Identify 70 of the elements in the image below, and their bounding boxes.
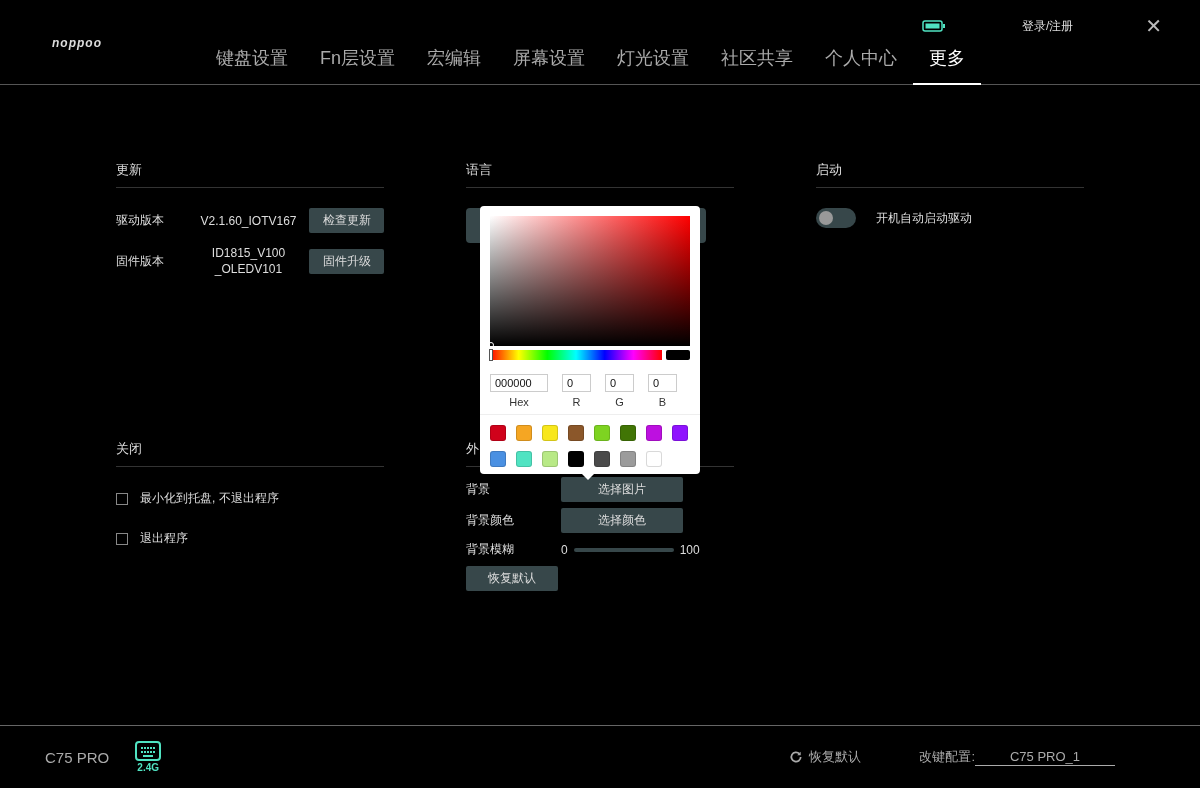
rgb-input[interactable]: 0 — [605, 374, 634, 392]
checkbox-label: 退出程序 — [140, 530, 188, 547]
color-swatch[interactable] — [594, 451, 610, 467]
field-label: 背景模糊 — [466, 541, 515, 558]
field-label: 背景颜色 — [466, 512, 515, 529]
device-name: C75 PRO — [45, 748, 110, 766]
reset-button[interactable]: 恢复默认 — [466, 566, 558, 591]
color-swatch[interactable] — [568, 425, 584, 441]
color-swatch[interactable] — [672, 425, 688, 441]
color-swatch[interactable] — [516, 425, 532, 441]
version-text: V2.1.60_IOTV167 — [199, 212, 298, 229]
saturation-picker[interactable] — [490, 216, 690, 346]
version-text: ID1815_V100 _OLEDV101 — [210, 245, 287, 277]
color-swatch[interactable] — [646, 451, 662, 467]
action-button[interactable]: 选择图片 — [561, 477, 683, 502]
section-title: 语言 — [466, 159, 734, 188]
field-label: 背景 — [466, 481, 491, 498]
hue-slider[interactable] — [490, 350, 662, 360]
config-name-field[interactable]: C75 PRO_1 — [975, 748, 1115, 766]
keyboard-icon — [135, 741, 162, 761]
color-swatch[interactable] — [542, 451, 558, 467]
action-button[interactable]: 检查更新 — [309, 208, 384, 233]
logo: noppoo — [52, 36, 103, 52]
nav-tab[interactable]: 屏幕设置 — [497, 44, 601, 85]
battery-icon — [922, 20, 946, 32]
nav-tab[interactable]: 更多 — [913, 44, 981, 85]
rgb-input[interactable]: 0 — [562, 374, 591, 392]
toggle-label: 开机自动启动驱动 — [876, 209, 972, 227]
blur-slider[interactable] — [573, 547, 674, 552]
field-label: 驱动版本 — [116, 212, 165, 229]
input-label: G — [615, 396, 624, 408]
action-button[interactable]: 固件升级 — [309, 248, 384, 274]
nav-tab[interactable]: 个人中心 — [809, 44, 913, 85]
checkbox[interactable] — [116, 532, 128, 545]
action-button[interactable]: 选择颜色 — [561, 508, 683, 533]
checkbox-label: 最小化到托盘, 不退出程序 — [140, 490, 279, 507]
rgb-input[interactable]: 0 — [648, 374, 677, 392]
toggle-switch[interactable] — [816, 208, 856, 228]
color-swatch[interactable] — [594, 425, 610, 441]
hex-input[interactable]: 000000 — [490, 374, 548, 392]
config-label: 改键配置: — [919, 748, 975, 766]
color-preview — [666, 350, 690, 360]
section-title: 关闭 — [116, 438, 384, 467]
input-label: Hex — [509, 396, 529, 408]
color-swatch[interactable] — [542, 425, 558, 441]
color-swatch[interactable] — [490, 451, 506, 467]
slider-min: 0 — [561, 542, 568, 557]
checkbox[interactable] — [116, 492, 128, 505]
refresh-icon — [789, 750, 804, 764]
input-label: B — [658, 396, 667, 408]
input-label: R — [572, 396, 581, 408]
color-swatch[interactable] — [490, 425, 506, 441]
nav-tab[interactable]: 灯光设置 — [601, 44, 705, 85]
login-link[interactable]: 登录/注册 — [1021, 17, 1074, 35]
nav-tab[interactable]: 社区共享 — [705, 44, 809, 85]
nav-tab[interactable]: 键盘设置 — [200, 44, 304, 85]
color-swatch[interactable] — [620, 451, 636, 467]
color-swatch[interactable] — [620, 425, 636, 441]
reset-button[interactable]: 恢复默认 — [789, 748, 862, 766]
nav-tab[interactable]: 宏编辑 — [411, 44, 497, 85]
slider-max: 100 — [679, 542, 700, 557]
section-title: 启动 — [816, 159, 1084, 188]
connection-label: 2.4G — [137, 762, 160, 773]
close-icon[interactable]: ✕ — [1145, 14, 1162, 38]
color-swatch[interactable] — [646, 425, 662, 441]
color-swatch[interactable] — [516, 451, 532, 467]
section-title: 更新 — [116, 159, 384, 188]
nav-tab[interactable]: Fn层设置 — [304, 44, 411, 85]
color-swatch[interactable] — [568, 451, 584, 467]
field-label: 固件版本 — [116, 252, 165, 270]
